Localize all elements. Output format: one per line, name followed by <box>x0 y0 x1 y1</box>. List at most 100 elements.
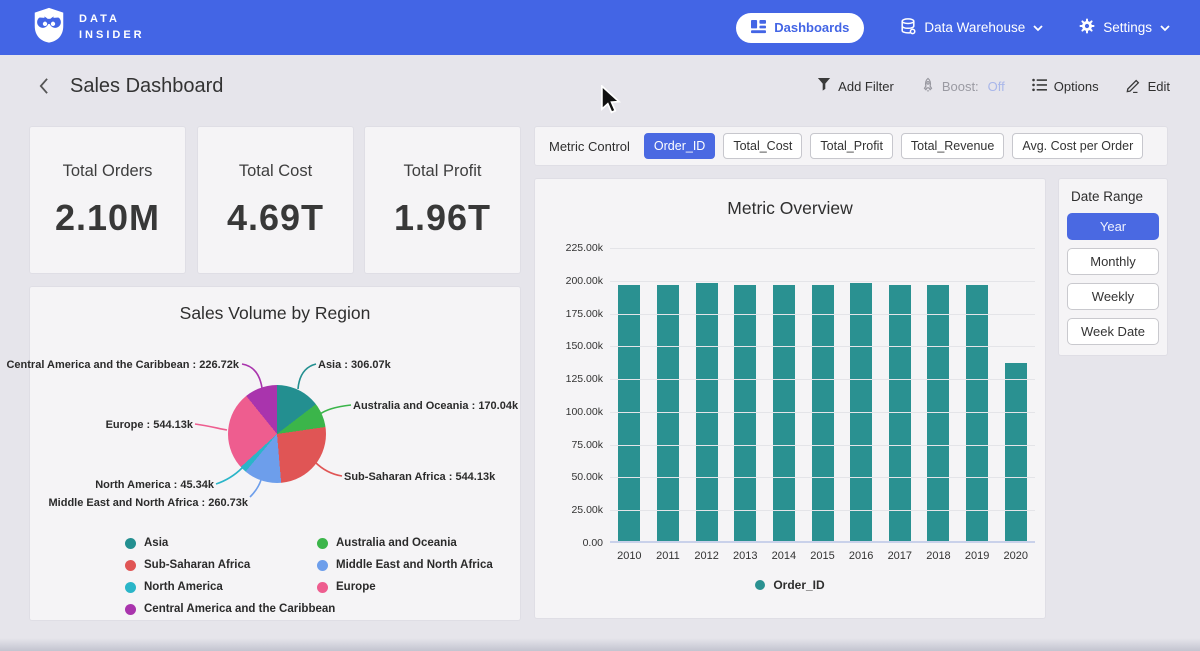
metric-control-bar: Metric Control Order_IDTotal_CostTotal_P… <box>535 127 1167 165</box>
boost-value: Off <box>988 79 1005 94</box>
x-axis-label-2013: 2013 <box>726 550 765 562</box>
pie-legend-item-sub-saharan-africa[interactable]: Sub-Saharan Africa <box>125 554 317 576</box>
gear-icon <box>1079 18 1095 37</box>
gridline <box>610 445 1035 446</box>
pencil-icon <box>1126 77 1141 96</box>
date-range-title: Date Range <box>1071 189 1159 204</box>
x-axis-label-2012: 2012 <box>687 550 726 562</box>
database-icon <box>900 18 916 38</box>
bar-slot-2019 <box>958 248 997 541</box>
bar-slot-2010 <box>610 248 649 541</box>
y-axis-tick: 125.00k <box>566 373 603 385</box>
y-axis-tick: 100.00k <box>566 406 603 418</box>
pie-legend-item-north-america[interactable]: North America <box>125 576 317 598</box>
y-axis-tick: 25.00k <box>571 504 603 516</box>
kpi-total-profit: Total Profit 1.96T <box>365 127 520 273</box>
kpi-total-cost: Total Cost 4.69T <box>198 127 353 273</box>
metric-chip-avg-cost-per-order[interactable]: Avg. Cost per Order <box>1012 133 1143 159</box>
edit-button[interactable]: Edit <box>1126 77 1170 96</box>
pie-legend-item-central-america-and-the-caribbean[interactable]: Central America and the Caribbean <box>125 598 317 620</box>
chart-title: Metric Overview <box>535 198 1045 219</box>
legend-label: Asia <box>144 537 168 549</box>
bar-legend-label: Order_ID <box>773 578 824 592</box>
pie-chart <box>228 385 326 483</box>
x-axis-label-2016: 2016 <box>842 550 881 562</box>
metric-chip-total-revenue[interactable]: Total_Revenue <box>901 133 1004 159</box>
kpi-total-orders: Total Orders 2.10M <box>30 127 185 273</box>
x-axis-label-2018: 2018 <box>919 550 958 562</box>
pie-title: Sales Volume by Region <box>30 303 520 324</box>
y-axis-tick: 175.00k <box>566 308 603 320</box>
app-logo[interactable]: DATA INSIDER <box>30 6 145 49</box>
x-axis-label-2014: 2014 <box>765 550 804 562</box>
x-axis-label-2019: 2019 <box>958 550 997 562</box>
kpi-value: 1.96T <box>394 197 491 239</box>
bar-slot-2017 <box>880 248 919 541</box>
nav-dashboards-label: Dashboards <box>774 20 849 35</box>
pie-label-sub-saharan-africa: Sub-Saharan Africa : 544.13k <box>344 471 495 483</box>
metric-chips: Order_ID Total_Cost Total_Profit Total_Reve… <box>644 133 1143 159</box>
bar-slot-2020 <box>996 248 1035 541</box>
filter-icon <box>817 77 831 95</box>
chevron-down-icon <box>1033 20 1043 35</box>
pie-legend-item-asia[interactable]: Asia <box>125 532 317 554</box>
date-range-monthly[interactable]: Monthly <box>1067 248 1159 275</box>
nav-settings[interactable]: Settings <box>1079 18 1170 37</box>
bottom-edge-shade <box>0 638 1200 651</box>
options-button[interactable]: Options <box>1032 78 1099 95</box>
bar-slot-2011 <box>649 248 688 541</box>
kpi-value: 2.10M <box>55 197 160 239</box>
sales-volume-card: Sales Volume by Region Central America a… <box>30 287 520 620</box>
bar-2015 <box>812 285 834 541</box>
back-button[interactable] <box>30 73 56 99</box>
gridline <box>610 248 1035 249</box>
bar-slot-2015 <box>803 248 842 541</box>
legend-dot <box>125 582 136 593</box>
legend-label: Middle East and North Africa <box>336 559 493 571</box>
x-axis-label-2015: 2015 <box>803 550 842 562</box>
y-axis-tick: 75.00k <box>571 439 603 451</box>
pie-label-middle-east: Middle East and North Africa : 260.73k <box>49 497 248 509</box>
kpi-label: Total Cost <box>239 162 312 181</box>
top-navbar: DATA INSIDER Dashboards <box>0 0 1200 55</box>
gridline <box>610 379 1035 380</box>
legend-dot <box>125 604 136 615</box>
pie-label-australia-oceania: Australia and Oceania : 170.04k <box>353 400 518 412</box>
metric-chip-total-cost[interactable]: Total_Cost <box>723 133 802 159</box>
boost-toggle[interactable]: Boost: Off <box>921 77 1005 96</box>
logo-text: DATA INSIDER <box>79 12 145 43</box>
pie-label-central-america: Central America and the Caribbean : 226.… <box>6 359 239 371</box>
date-range-week-date[interactable]: Week Date <box>1067 318 1159 345</box>
bar-2013 <box>734 285 756 541</box>
kpi-label: Total Orders <box>63 162 153 181</box>
legend-label: North America <box>144 581 223 593</box>
bar-slot-2012 <box>687 248 726 541</box>
gridline <box>610 510 1035 511</box>
pie-legend-item-middle-east-and-north-africa[interactable]: Middle East and North Africa <box>317 554 509 576</box>
legend-dot <box>317 582 328 593</box>
legend-dot <box>125 538 136 549</box>
date-range-year[interactable]: Year <box>1067 213 1159 240</box>
add-filter-button[interactable]: Add Filter <box>817 77 894 95</box>
bar-2019 <box>966 285 988 541</box>
dashboard-grid-icon <box>751 19 766 37</box>
nav-data-warehouse[interactable]: Data Warehouse <box>900 18 1043 38</box>
boost-label: Boost: <box>942 79 979 94</box>
bar-legend[interactable]: Order_ID <box>535 578 1045 592</box>
date-range-panel: Date Range Year Monthly Weekly Week Date <box>1059 179 1167 355</box>
y-axis-tick: 200.00k <box>566 275 603 287</box>
pie-legend-item-europe[interactable]: Europe <box>317 576 509 598</box>
date-range-weekly[interactable]: Weekly <box>1067 283 1159 310</box>
page-title: Sales Dashboard <box>70 75 223 98</box>
nav-dashboards-button[interactable]: Dashboards <box>736 13 864 43</box>
chevron-down-icon <box>1160 20 1170 35</box>
gridline <box>610 281 1035 282</box>
pie-label-north-america: North America : 45.34k <box>95 479 214 491</box>
metric-chip-order-id[interactable]: Order_ID <box>644 133 715 159</box>
legend-dot <box>755 580 765 590</box>
list-icon <box>1032 78 1047 95</box>
legend-dot <box>317 538 328 549</box>
metric-chip-total-profit[interactable]: Total_Profit <box>810 133 893 159</box>
bar-2018 <box>927 285 949 541</box>
pie-legend-item-australia-and-oceania[interactable]: Australia and Oceania <box>317 532 509 554</box>
